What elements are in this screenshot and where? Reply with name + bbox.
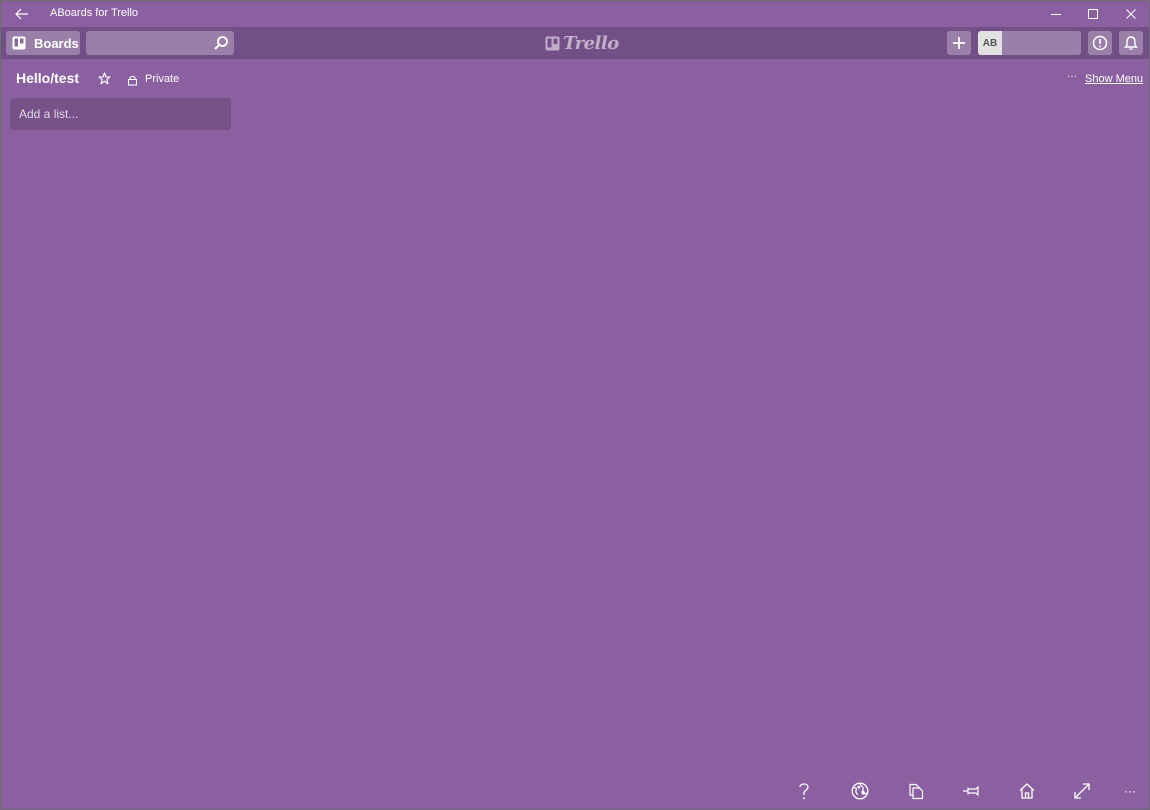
add-button[interactable] [947,31,971,55]
help-button[interactable] [791,778,817,804]
menu-dots-icon[interactable]: ··· [1067,71,1077,82]
plus-icon [953,37,965,49]
add-list-button[interactable]: Add a list... [10,98,231,130]
search-box[interactable] [86,31,234,55]
back-arrow-icon[interactable] [13,5,31,23]
header-bar: Boards Trello AB [1,27,1149,59]
pin-button[interactable] [959,778,985,804]
globe-icon [851,782,869,800]
board-title[interactable]: Hello/test [16,70,79,86]
privacy-label[interactable]: Private [145,73,179,85]
copy-icon [909,783,924,800]
search-icon[interactable] [213,35,229,51]
help-icon [799,783,809,800]
search-input[interactable] [86,31,208,55]
close-icon [1125,9,1136,19]
lock-icon [127,73,138,91]
copy-button[interactable] [903,778,929,804]
boards-icon [12,36,26,50]
pin-icon [963,785,979,797]
fullscreen-icon [1074,783,1090,799]
bell-icon [1124,36,1138,50]
more-button[interactable]: ··· [1117,778,1143,804]
home-icon [1019,783,1035,799]
maximize-icon [1087,9,1098,19]
maximize-button[interactable] [1074,1,1111,27]
show-menu-link[interactable]: Show Menu [1085,73,1143,85]
avatar[interactable]: AB [978,31,1002,55]
boards-button[interactable]: Boards [6,31,80,55]
browser-button[interactable] [847,778,873,804]
fullscreen-button[interactable] [1069,778,1095,804]
info-icon [1092,35,1108,51]
trello-logo: Trello [545,32,619,54]
add-list-label: Add a list... [19,107,79,121]
home-button[interactable] [1014,778,1040,804]
trello-logo-text: Trello [563,32,619,54]
notifications-button[interactable] [1119,31,1143,55]
minimize-icon [1050,14,1061,15]
boards-label: Boards [34,35,79,51]
minimize-button[interactable] [1037,1,1074,27]
member-name-button[interactable] [1002,31,1081,55]
title-bar: ABoards for Trello [1,1,1149,27]
info-button[interactable] [1088,31,1112,55]
more-icon: ··· [1124,784,1136,798]
window-title: ABoards for Trello [50,7,139,19]
close-button[interactable] [1112,1,1149,27]
star-icon[interactable] [98,72,111,90]
trello-logo-icon [545,36,560,51]
